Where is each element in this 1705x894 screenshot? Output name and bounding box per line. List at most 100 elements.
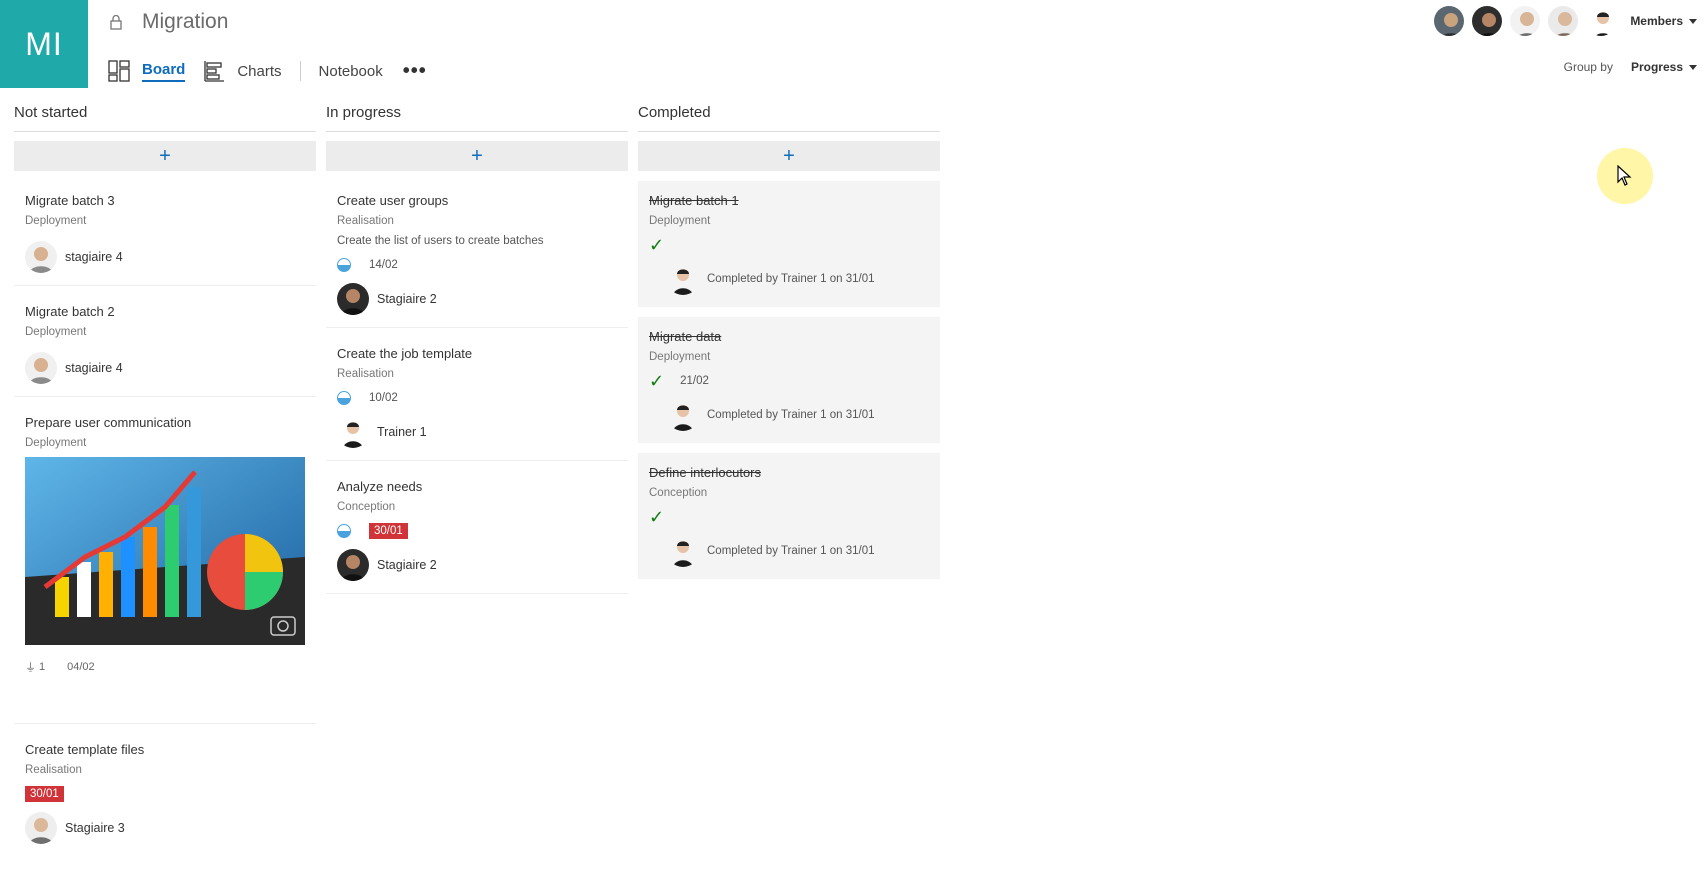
more-options-icon[interactable]: ••• — [403, 61, 427, 81]
group-by-value: Progress — [1630, 60, 1683, 74]
task-meta: ⏚ 1 04/02 — [25, 659, 305, 675]
task-assignee[interactable]: stagiaire 4 — [25, 352, 305, 384]
task-bucket: Deployment — [25, 215, 87, 227]
in-progress-icon — [337, 524, 351, 538]
task-title: Migrate batch 1 — [649, 193, 739, 208]
task-meta: 30/01 — [337, 521, 617, 541]
task-meta: 14/02 — [337, 255, 617, 275]
completed-by-text: Completed by Trainer 1 on 31/01 — [707, 409, 875, 421]
column-not-started: Not started + Migrate batch 3 Deployment… — [14, 96, 316, 856]
task-bucket: Deployment — [25, 437, 87, 449]
member-avatar[interactable] — [1508, 4, 1543, 38]
tab-notebook[interactable]: Notebook — [319, 63, 383, 80]
tab-charts-label: Charts — [237, 62, 282, 80]
task-completion: Completed by Trainer 1 on 31/01 — [649, 263, 929, 295]
task-preview-image — [25, 457, 305, 645]
task-title: Create user groups — [337, 193, 449, 208]
task-meta: 30/01 — [25, 784, 305, 804]
task-card[interactable]: Prepare user communication Deployment ⏚ … — [14, 397, 316, 724]
task-card-completed[interactable]: Define interlocutors Conception ✓ Comple… — [638, 453, 940, 579]
task-card[interactable]: Migrate batch 2 Deployment stagiaire 4 — [14, 286, 316, 397]
task-card[interactable]: Create the job template Realisation 10/0… — [326, 328, 628, 461]
checkmark-icon: ✓ — [649, 506, 665, 527]
task-bucket: Deployment — [25, 326, 87, 338]
member-avatar[interactable] — [1470, 4, 1505, 38]
task-meta: ✓ — [649, 507, 929, 527]
assignee-name: stagiaire 4 — [65, 250, 123, 264]
task-assignee[interactable]: Trainer 1 — [337, 416, 617, 448]
add-task-button[interactable]: + — [14, 141, 316, 171]
task-title: Analyze needs — [337, 479, 423, 494]
task-card[interactable]: Analyze needs Conception 30/01 Stagiaire… — [326, 461, 628, 594]
task-title: Create the job template — [337, 346, 473, 361]
add-task-button[interactable]: + — [326, 141, 628, 171]
task-bucket: Realisation — [337, 215, 394, 227]
task-assignee[interactable]: Stagiaire 2 — [337, 283, 617, 315]
task-bucket: Realisation — [337, 368, 394, 380]
group-by-control: Group by Progress — [1564, 60, 1697, 74]
avatar — [337, 283, 369, 315]
task-card[interactable]: Create template files Realisation 30/01 … — [14, 724, 316, 856]
members-bar: Members — [1428, 4, 1697, 38]
task-bucket: Realisation — [25, 764, 82, 776]
task-card[interactable]: Create user groups Realisation Create th… — [326, 171, 628, 328]
column-title: Completed — [638, 96, 940, 132]
task-bucket: Deployment — [649, 215, 711, 227]
task-card-completed[interactable]: Migrate batch 1 Deployment ✓ Completed b… — [638, 181, 940, 307]
tab-board-label: Board — [142, 61, 186, 82]
avatar — [25, 352, 57, 384]
due-date: 14/02 — [369, 259, 398, 271]
task-meta: ✓ — [649, 235, 929, 255]
mouse-pointer-icon — [1617, 165, 1632, 186]
plan-initials: MI — [25, 25, 63, 62]
group-by-dropdown[interactable]: Progress — [1631, 60, 1697, 74]
due-date-overdue: 30/01 — [369, 523, 408, 539]
task-assignee[interactable]: stagiaire 4 — [25, 241, 305, 273]
member-avatar[interactable] — [1546, 4, 1581, 38]
charts-icon — [204, 61, 225, 82]
task-card[interactable]: Migrate batch 3 Deployment stagiaire 4 — [14, 171, 316, 286]
task-card-completed[interactable]: Migrate data Deployment ✓ 21/02 Completed… — [638, 317, 940, 443]
task-assignee[interactable]: Stagiaire 3 — [25, 812, 305, 844]
assignee-name: Stagiaire 2 — [377, 292, 437, 306]
in-progress-icon — [337, 391, 351, 405]
task-assignee[interactable]: Stagiaire 2 — [337, 549, 617, 581]
attachment-count: 1 — [39, 661, 46, 673]
due-date: 10/02 — [369, 392, 398, 404]
assignee-name: Stagiaire 2 — [377, 558, 437, 572]
members-dropdown[interactable]: Members — [1630, 14, 1697, 28]
task-title: Prepare user communication — [25, 415, 192, 430]
task-bucket: Conception — [649, 487, 708, 499]
avatar — [25, 241, 57, 273]
task-bucket: Deployment — [649, 351, 711, 363]
completed-by-text: Completed by Trainer 1 on 31/01 — [707, 273, 875, 285]
column-completed: Completed + Migrate batch 1 Deployment ✓… — [638, 96, 940, 579]
lock-icon — [110, 14, 122, 30]
due-date-overdue: 30/01 — [25, 786, 64, 802]
in-progress-icon — [337, 258, 351, 272]
due-date: 21/02 — [680, 375, 709, 387]
task-title: Migrate batch 3 — [25, 193, 115, 208]
add-task-button[interactable]: + — [638, 141, 940, 171]
assignee-name: Stagiaire 3 — [65, 821, 125, 835]
avatar — [667, 263, 699, 295]
assignee-name: Trainer 1 — [377, 425, 427, 439]
paperclip-icon: ⏚ — [25, 662, 36, 674]
task-title: Define interlocutors — [649, 465, 761, 480]
tab-charts[interactable]: Charts — [203, 60, 282, 82]
avatar — [25, 812, 57, 844]
avatar — [337, 416, 369, 448]
task-description: Create the list of users to create batch… — [337, 235, 544, 247]
avatar — [337, 549, 369, 581]
tab-board[interactable]: Board — [108, 60, 186, 82]
plan-avatar-tile: MI — [0, 0, 88, 88]
completed-by-text: Completed by Trainer 1 on 31/01 — [707, 545, 875, 557]
avatar — [667, 399, 699, 431]
task-title: Migrate batch 2 — [25, 304, 115, 319]
member-avatar[interactable] — [1432, 4, 1467, 38]
column-title: In progress — [326, 96, 628, 132]
member-avatar[interactable] — [1584, 4, 1619, 38]
task-title: Create template files — [25, 742, 145, 757]
task-bucket: Conception — [337, 501, 396, 513]
tab-notebook-label: Notebook — [318, 62, 383, 80]
